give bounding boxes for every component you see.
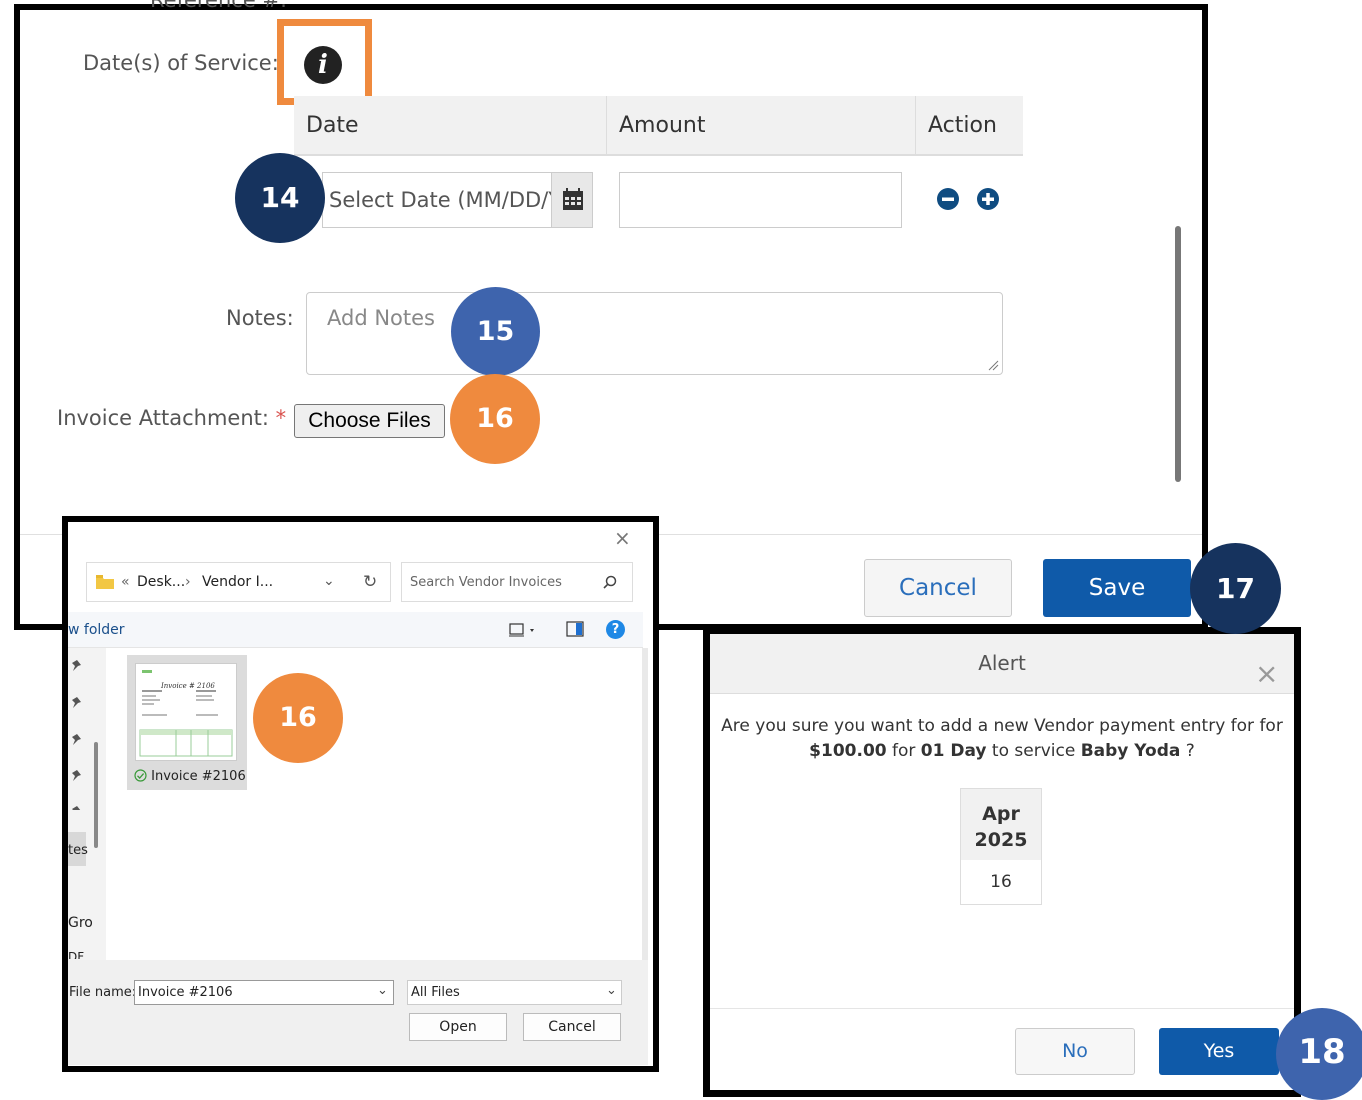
notes-textarea[interactable]: Add Notes xyxy=(306,292,1003,375)
calendar-button[interactable] xyxy=(551,172,593,228)
breadcrumb-desktop[interactable]: Desk... xyxy=(137,574,185,590)
dialog-toolbar: w folder ? xyxy=(68,612,643,648)
column-header-date: Date xyxy=(306,113,359,138)
resize-grip-icon xyxy=(988,360,999,371)
nav-item-partial[interactable]: DF xyxy=(68,950,84,959)
no-button[interactable]: No xyxy=(1015,1028,1135,1075)
alert-footer-divider xyxy=(710,1008,1294,1009)
pin-icon xyxy=(72,660,81,810)
choose-files-button[interactable]: Choose Files xyxy=(294,404,445,438)
step-marker-17: 17 xyxy=(1190,543,1281,634)
open-button[interactable]: Open xyxy=(409,1013,507,1041)
step-marker-18: 18 xyxy=(1276,1008,1362,1100)
invoice-thumbnail xyxy=(135,663,237,761)
thumbnail-title: Invoice # 2106 xyxy=(161,682,215,690)
view-options-icon xyxy=(509,623,534,637)
date-input[interactable]: Select Date (MM/DD/YYYY) xyxy=(322,172,552,228)
content-scrollbar[interactable] xyxy=(642,648,648,960)
alert-title: Alert xyxy=(978,651,1026,675)
file-name-label: File name: xyxy=(69,985,137,1000)
cancel-button[interactable]: Cancel xyxy=(864,559,1012,617)
calendar-icon xyxy=(563,188,583,210)
amount-input[interactable] xyxy=(619,172,902,228)
dates-of-service-label: Date(s) of Service: * xyxy=(83,51,296,75)
nav-scrollbar[interactable] xyxy=(94,742,98,848)
search-input[interactable]: Search Vendor Invoices xyxy=(401,562,633,602)
folder-icon xyxy=(96,575,114,589)
date-card-month: Apr xyxy=(982,803,1020,825)
step-marker-14: 14 xyxy=(235,153,325,243)
step-marker-16-form: 16 xyxy=(450,374,540,464)
sync-check-icon xyxy=(134,769,147,782)
file-item-label: Invoice #2106 xyxy=(134,769,246,784)
dialog-close-icon[interactable]: × xyxy=(614,526,631,550)
save-button[interactable]: Save xyxy=(1043,559,1191,617)
file-name-input[interactable]: Invoice #2106 ⌄ xyxy=(134,980,394,1005)
column-header-action: Action xyxy=(915,96,1023,156)
search-icon xyxy=(603,575,617,589)
alert-header: Alert × xyxy=(710,634,1294,694)
chevron-down-icon: ⌄ xyxy=(606,983,617,998)
address-bar[interactable]: « Desk... › Vendor I... ⌄ ↻ xyxy=(86,562,391,602)
invoice-attachment-label: Invoice Attachment: * xyxy=(57,406,287,430)
new-folder-button[interactable]: w folder xyxy=(68,622,125,638)
chevron-down-icon: ⌄ xyxy=(377,983,388,998)
notes-placeholder: Add Notes xyxy=(327,306,435,330)
yes-button[interactable]: Yes xyxy=(1159,1028,1279,1075)
dialog-nav-pane xyxy=(68,648,106,960)
alert-message: Are you sure you want to add a new Vendo… xyxy=(721,716,1283,761)
date-card-header: Apr 2025 xyxy=(961,789,1041,860)
column-header-amount: Amount xyxy=(606,96,915,156)
close-icon[interactable]: × xyxy=(1255,660,1278,688)
notes-label: Notes: xyxy=(226,306,294,330)
step-marker-15: 15 xyxy=(451,287,540,376)
add-row-icon[interactable] xyxy=(977,188,999,210)
dialog-cancel-button[interactable]: Cancel xyxy=(523,1013,621,1041)
preview-pane-icon xyxy=(566,621,584,637)
nav-item-partial[interactable]: Gro xyxy=(68,915,93,931)
service-table-header: Date Amount Action xyxy=(294,96,1023,156)
chevron-down-icon[interactable]: ⌄ xyxy=(323,573,335,589)
reference-label-cut: Reference #: xyxy=(150,0,288,12)
step-marker-16-dialog: 16 xyxy=(253,673,343,763)
form-scrollbar[interactable] xyxy=(1175,226,1181,482)
info-icon[interactable]: i xyxy=(304,46,342,84)
file-type-select[interactable]: All Files ⌄ xyxy=(407,980,622,1005)
refresh-icon[interactable]: ↻ xyxy=(363,572,377,592)
date-card-year: 2025 xyxy=(974,829,1028,851)
breadcrumb-vendor-invoices[interactable]: Vendor I... xyxy=(202,574,273,590)
help-icon[interactable]: ? xyxy=(606,620,625,639)
date-card-day: 16 xyxy=(990,872,1012,892)
nav-item-partial[interactable]: tes xyxy=(68,843,88,858)
remove-row-icon[interactable] xyxy=(937,188,959,210)
